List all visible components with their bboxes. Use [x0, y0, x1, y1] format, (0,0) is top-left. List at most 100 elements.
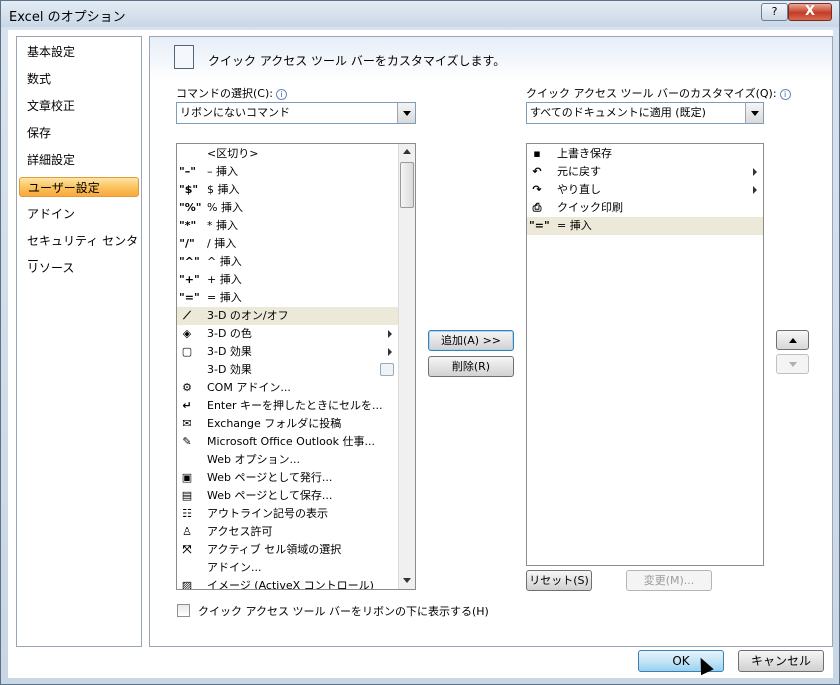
- command-icon: ▤: [181, 489, 193, 502]
- list-item[interactable]: "=" = 挿入: [177, 289, 398, 307]
- reset-button[interactable]: リセット(S): [526, 570, 592, 591]
- cancel-button[interactable]: キャンセル: [738, 650, 824, 672]
- list-item-label: 3-D の色: [207, 327, 252, 340]
- command-icon: ✉: [182, 417, 192, 430]
- list-item[interactable]: ▢ 3-D 効果: [177, 343, 398, 361]
- command-icon: "+": [179, 273, 200, 286]
- chevron-down-icon[interactable]: [745, 103, 763, 123]
- available-commands-list[interactable]: <区切り> "–" – 挿入 "$" $ 挿入 "%" % 挿入 "*" * 挿入 "/" / 挿入…: [176, 143, 416, 590]
- scroll-up-button[interactable]: [399, 144, 415, 160]
- list-item-label: ^ 挿入: [207, 255, 242, 268]
- command-icon: "^": [179, 255, 200, 268]
- list-item[interactable]: ⚙ COM アドイン...: [177, 379, 398, 397]
- command-icon: ▪: [533, 147, 541, 160]
- customize-qat-combo[interactable]: すべてのドキュメントに適用 (既定): [526, 102, 764, 124]
- choose-commands-label-text: コマンドの選択(C):: [176, 87, 273, 100]
- list-item[interactable]: アドイン...: [177, 559, 398, 577]
- list-item-label: やり直し: [557, 183, 601, 196]
- submenu-arrow-icon: [753, 168, 757, 176]
- chevron-down-icon[interactable]: [397, 103, 415, 123]
- list-item-label: Web ページとして保存...: [207, 489, 333, 502]
- list-item[interactable]: "$" $ 挿入: [177, 181, 398, 199]
- info-icon[interactable]: i: [275, 89, 287, 100]
- choose-commands-value: リボンにないコマンド: [180, 106, 290, 119]
- list-item[interactable]: "%" % 挿入: [177, 199, 398, 217]
- list-item[interactable]: "/" / 挿入: [177, 235, 398, 253]
- list-item[interactable]: ✎ Microsoft Office Outlook 仕事...: [177, 433, 398, 451]
- dialog-client: 基本設定数式文章校正保存詳細設定ユーザー設定アドインセキュリティ センター リソー…: [8, 30, 833, 678]
- qat-commands-list[interactable]: ▪ 上書き保存 ↶ 元に戻す ↷ やり直し ⎙ クイック印刷 "=" = 挿入: [526, 143, 764, 566]
- scroll-down-button[interactable]: [399, 572, 415, 588]
- info-icon[interactable]: i: [779, 89, 791, 100]
- list-item[interactable]: ♙ アクセス許可: [177, 523, 398, 541]
- list-item[interactable]: ↷ やり直し: [527, 181, 763, 199]
- command-icon: "=": [179, 291, 200, 304]
- list-item[interactable]: Web オプション...: [177, 451, 398, 469]
- scroll-thumb[interactable]: [400, 162, 414, 208]
- command-icon: ⎙: [532, 201, 542, 214]
- nav-item[interactable]: リソース: [27, 258, 74, 278]
- command-icon: ↷: [532, 183, 542, 196]
- move-down-button[interactable]: [776, 354, 809, 374]
- show-below-ribbon-checkbox[interactable]: [177, 604, 190, 617]
- command-icon: ⚙: [182, 381, 192, 394]
- help-button[interactable]: ?: [761, 3, 788, 21]
- nav-item[interactable]: セキュリティ センター: [27, 231, 141, 268]
- nav-item[interactable]: 保存: [27, 123, 51, 143]
- nav-item[interactable]: 基本設定: [27, 42, 75, 62]
- list-item[interactable]: ▪ 上書き保存: [527, 145, 763, 163]
- show-below-ribbon-label[interactable]: クイック アクセス ツール バーをリボンの下に表示する(H): [198, 603, 489, 619]
- nav-item[interactable]: 数式: [27, 69, 51, 89]
- modify-button[interactable]: 変更(M)...: [626, 570, 712, 591]
- list-item[interactable]: ▨ イメージ (ActiveX コントロール): [177, 577, 398, 589]
- up-arrow-icon: [789, 338, 797, 343]
- list-item[interactable]: "^" ^ 挿入: [177, 253, 398, 271]
- list-item-label: + 挿入: [207, 273, 242, 286]
- list-item[interactable]: "*" * 挿入: [177, 217, 398, 235]
- choose-commands-combo[interactable]: リボンにないコマンド: [176, 102, 416, 124]
- list-item[interactable]: ⟋ 3-D のオン/オフ: [177, 307, 398, 325]
- nav-item[interactable]: アドイン: [27, 204, 75, 224]
- command-icon: ⟋: [183, 309, 191, 322]
- chevron-down-icon[interactable]: [380, 363, 394, 376]
- nav-item[interactable]: ユーザー設定: [19, 177, 139, 197]
- list-item-label: Web オプション...: [207, 453, 300, 466]
- excel-options-window: Excel のオプション ? X 基本設定 数式 文章校正 保存 詳細設定 ユーザー設定ア…: [0, 0, 840, 685]
- list-item-label: 3-D 効果: [207, 363, 252, 376]
- choose-commands-label: コマンドの選択(C): i: [176, 85, 287, 101]
- list-item[interactable]: ◈ 3-D の色: [177, 325, 398, 343]
- list-item[interactable]: ⎙ クイック印刷: [527, 199, 763, 217]
- command-icon: "%": [179, 201, 202, 214]
- left-scrollbar[interactable]: [398, 144, 415, 589]
- command-icon: ◈: [182, 327, 192, 340]
- list-item[interactable]: ↵ Enter キーを押したときにセルを...: [177, 397, 398, 415]
- list-item[interactable]: ✉ Exchange フォルダに投稿: [177, 415, 398, 433]
- nav-item[interactable]: 文章校正: [27, 96, 75, 116]
- add-button[interactable]: 追加(A) >>: [428, 330, 514, 351]
- list-item[interactable]: ▣ Web ページとして発行...: [177, 469, 398, 487]
- list-item[interactable]: ↶ 元に戻す: [527, 163, 763, 181]
- customize-panel: クイック アクセス ツール バーをカスタマイズします。 コマンドの選択(C): i…: [149, 36, 833, 647]
- nav-item[interactable]: 詳細設定: [27, 150, 75, 170]
- remove-button[interactable]: 削除(R): [428, 356, 514, 377]
- list-item-label: アクティブ セル領域の選択: [207, 543, 342, 556]
- submenu-arrow-icon: [388, 330, 392, 338]
- command-icon: "/": [179, 237, 195, 250]
- close-button[interactable]: X: [788, 3, 832, 21]
- list-item[interactable]: 3-D 効果: [177, 361, 398, 379]
- list-item[interactable]: "+" + 挿入: [177, 271, 398, 289]
- list-item-label: = 挿入: [207, 291, 242, 304]
- list-item[interactable]: "–" – 挿入: [177, 163, 398, 181]
- list-item-label: アドイン...: [207, 561, 262, 574]
- list-item[interactable]: ☷ アウトライン記号の表示: [177, 505, 398, 523]
- panel-header-text: クイック アクセス ツール バーをカスタマイズします。: [208, 54, 506, 68]
- list-item[interactable]: ▤ Web ページとして保存...: [177, 487, 398, 505]
- list-item-label: クイック印刷: [557, 201, 623, 214]
- list-item[interactable]: ⤧ アクティブ セル領域の選択: [177, 541, 398, 559]
- list-item[interactable]: "=" = 挿入: [527, 217, 763, 235]
- list-item-label: Web ページとして発行...: [207, 471, 333, 484]
- list-item-label: Microsoft Office Outlook 仕事...: [207, 435, 375, 448]
- command-icon: ↶: [532, 165, 542, 178]
- move-up-button[interactable]: [776, 330, 809, 350]
- list-item[interactable]: <区切り>: [177, 145, 398, 163]
